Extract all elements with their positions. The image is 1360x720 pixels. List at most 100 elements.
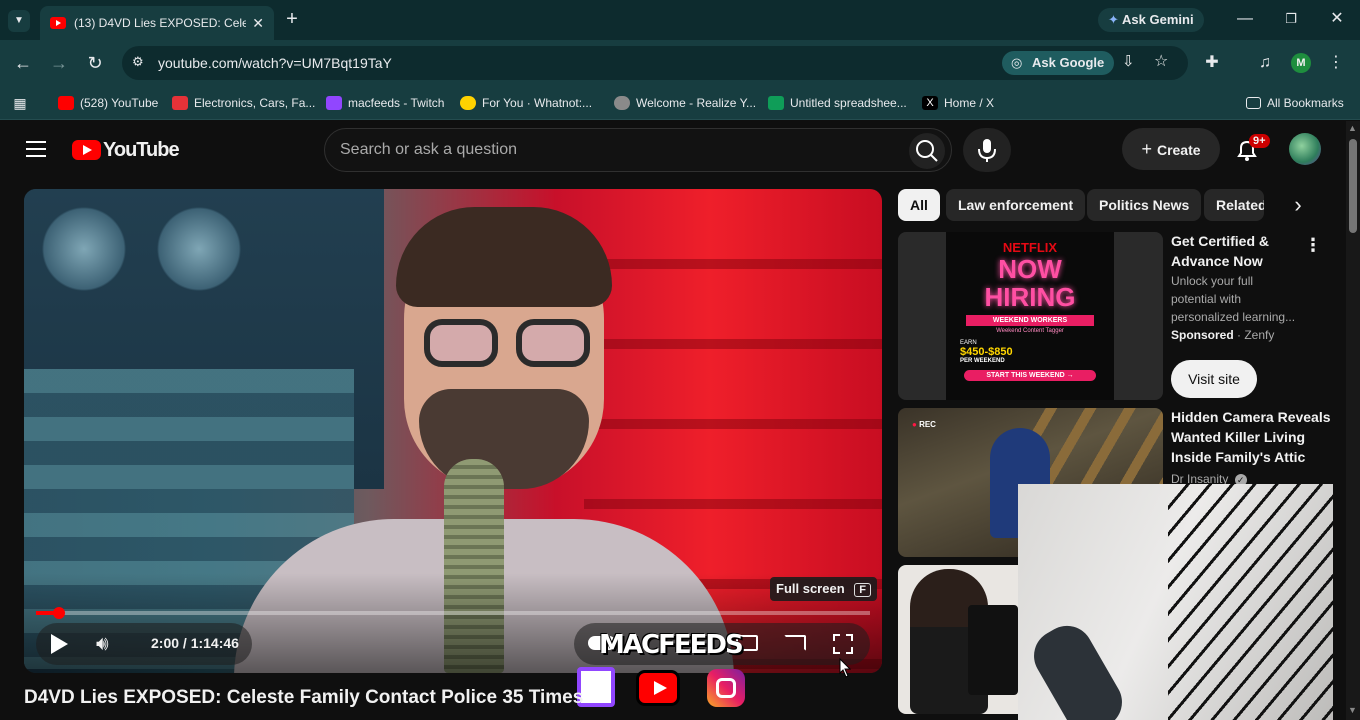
tab-search-button[interactable]: ▼ — [8, 10, 30, 32]
poster-subtitle: Weekend Content Tagger — [996, 328, 1064, 334]
visit-site-button[interactable]: Visit site — [1171, 360, 1257, 398]
all-bookmarks-label: All Bookmarks — [1267, 96, 1344, 110]
twitch-icon — [326, 96, 342, 110]
bookmark-ebay[interactable]: Electronics, Cars, Fa... — [172, 93, 315, 113]
chips-next-chevron-icon[interactable]: › — [1284, 189, 1312, 221]
bookmark-youtube[interactable]: (528) YouTube — [58, 93, 158, 113]
reload-icon[interactable]: ↻ — [84, 53, 106, 73]
search-box[interactable]: Search or ask a question — [324, 128, 952, 172]
thumb-bold-text — [968, 605, 1018, 695]
bookmark-x[interactable]: X Home / X — [922, 93, 994, 113]
host-beard — [419, 389, 589, 489]
ad-menu-kebab-icon[interactable]: ⋮ — [1304, 235, 1322, 256]
ad-description-1: Unlock your full — [1171, 274, 1254, 288]
bookmark-label: macfeeds - Twitch — [348, 96, 445, 110]
bookmark-label: For You · Whatnot:... — [482, 96, 593, 110]
restore-icon[interactable]: ❐ — [1282, 9, 1300, 29]
youtube-play-logo-icon — [72, 140, 101, 160]
volume-button[interactable]: 🔊︎ — [96, 633, 122, 655]
avatar[interactable] — [1289, 133, 1321, 165]
cast-icon[interactable] — [784, 635, 806, 651]
apps-grid-icon[interactable]: ▦ — [10, 93, 30, 113]
volume-icon: 🔊︎ — [96, 633, 109, 655]
bookmark-label: Welcome - Realize Y... — [636, 96, 757, 110]
bookmark-realize[interactable]: Welcome - Realize Y... — [614, 93, 756, 113]
hamburger-menu-icon[interactable] — [26, 141, 46, 157]
chip-politics-news[interactable]: Politics News — [1087, 189, 1202, 221]
media-controls-icon[interactable]: ♫ — [1255, 53, 1275, 73]
ask-google-button[interactable]: ◎ Ask Google — [1002, 51, 1115, 75]
ad-thumbnail[interactable]: NETFLIX NOW HIRING WEEKEND WORKERS Weeke… — [898, 232, 1163, 400]
youtube-favicon-icon — [50, 17, 66, 29]
railing-decor — [1168, 484, 1333, 720]
microphone-icon — [978, 139, 996, 162]
chip-all[interactable]: All — [898, 189, 940, 221]
macfeeds-watermark: MACFEEDS — [599, 630, 744, 660]
minimize-icon[interactable]: — — [1236, 9, 1254, 29]
gemini-sparkle-icon: ✦ — [1108, 12, 1119, 27]
rec1-title-line2[interactable]: Wanted Killer Living — [1171, 427, 1305, 447]
address-bar[interactable]: ⚙ youtube.com/watch?v=UM7Bqt19TaY ◎ Ask … — [122, 46, 1188, 80]
voice-search-button[interactable] — [963, 128, 1011, 172]
bookmark-label: Electronics, Cars, Fa... — [194, 96, 316, 110]
search-icon — [916, 140, 938, 162]
close-tab-icon[interactable]: ✕ — [252, 15, 264, 32]
youtube-logo[interactable]: YouTube — [72, 138, 180, 162]
bookmark-sheets[interactable]: Untitled spreadshee... — [768, 93, 907, 113]
bookmark-star-icon[interactable]: ☆ — [1154, 51, 1168, 71]
mouse-pointer-icon — [839, 657, 852, 678]
video-player[interactable]: Full screen F 🔊︎ 2:00 / 1:14:46 — [24, 189, 882, 673]
scrubber-handle[interactable] — [52, 607, 65, 619]
ad-description-2: potential with — [1171, 292, 1242, 306]
install-app-icon[interactable]: ⇩ — [1122, 52, 1135, 70]
chip-related[interactable]: Related — [1204, 189, 1264, 221]
tab-title: (13) D4VD Lies EXPOSED: Celest — [74, 16, 247, 30]
ask-gemini-button[interactable]: ✦ Ask Gemini — [1098, 8, 1204, 32]
poster-now: NOW — [998, 254, 1062, 284]
forward-arrow-icon[interactable]: → — [48, 53, 70, 73]
url-text[interactable]: youtube.com/watch?v=UM7Bqt19TaY — [158, 55, 392, 71]
advertiser-name: · Zenfy — [1237, 328, 1275, 342]
bookmark-twitch[interactable]: macfeeds - Twitch — [326, 93, 444, 113]
fullscreen-tooltip: Full screen F — [770, 577, 877, 601]
profile-avatar[interactable]: M — [1291, 53, 1311, 73]
x-icon: X — [922, 96, 938, 110]
rec1-title-line1[interactable]: Hidden Camera Reveals — [1171, 407, 1331, 427]
ad-title-line2[interactable]: Advance Now — [1171, 251, 1263, 271]
create-button[interactable]: + Create — [1122, 128, 1220, 170]
progress-bar[interactable] — [36, 607, 870, 619]
create-label: Create — [1156, 142, 1201, 158]
tab-active[interactable]: (13) D4VD Lies EXPOSED: Celest ✕ — [40, 6, 274, 40]
new-tab-button[interactable]: + — [282, 9, 302, 29]
back-arrow-icon[interactable]: ← — [12, 53, 34, 73]
bookmark-whatnot[interactable]: For You · Whatnot:... — [460, 93, 592, 113]
all-bookmarks[interactable]: All Bookmarks — [1246, 93, 1344, 113]
poster-cta: START THIS WEEKEND → — [964, 370, 1096, 381]
ebay-icon — [172, 96, 188, 110]
ad-description-3: personalized learning... — [1171, 310, 1296, 324]
extensions-icon[interactable]: ✚ — [1202, 53, 1222, 73]
chip-law-enforcement[interactable]: Law enforcement — [946, 189, 1086, 221]
ad-title-line1[interactable]: Get Certified & — [1171, 231, 1269, 251]
rec-thumbnail-2[interactable] — [898, 565, 1028, 714]
scrollbar-up-arrow-icon[interactable]: ▲ — [1348, 123, 1357, 133]
close-window-icon[interactable]: ✕ — [1328, 9, 1346, 29]
plus-icon: + — [1141, 139, 1157, 159]
rec1-title-line3[interactable]: Inside Family's Attic — [1171, 447, 1305, 467]
bookmarks-bar: ▦ (528) YouTube Electronics, Cars, Fa...… — [0, 86, 1360, 120]
play-button[interactable] — [48, 633, 70, 655]
search-input[interactable]: Search or ask a question — [340, 141, 517, 159]
notifications-button[interactable]: 9+ — [1234, 134, 1270, 163]
menu-kebab-icon[interactable]: ⋮ — [1328, 53, 1344, 73]
scrollbar-down-arrow-icon[interactable]: ▼ — [1348, 705, 1357, 715]
bookmark-label: (528) YouTube — [80, 96, 159, 110]
rec-indicator: ● REC — [912, 420, 936, 429]
sponsored-label: Sponsored — [1171, 328, 1234, 342]
scrollbar-thumb[interactable] — [1349, 139, 1357, 233]
page-scrollbar[interactable]: ▲ ▼ — [1346, 121, 1360, 720]
poster-pay: $450-$850 — [960, 346, 1013, 358]
search-button[interactable] — [909, 133, 945, 169]
site-info-icon[interactable]: ⚙ — [132, 54, 144, 70]
notification-badge: 9+ — [1249, 134, 1270, 148]
fullscreen-button[interactable] — [832, 633, 854, 655]
